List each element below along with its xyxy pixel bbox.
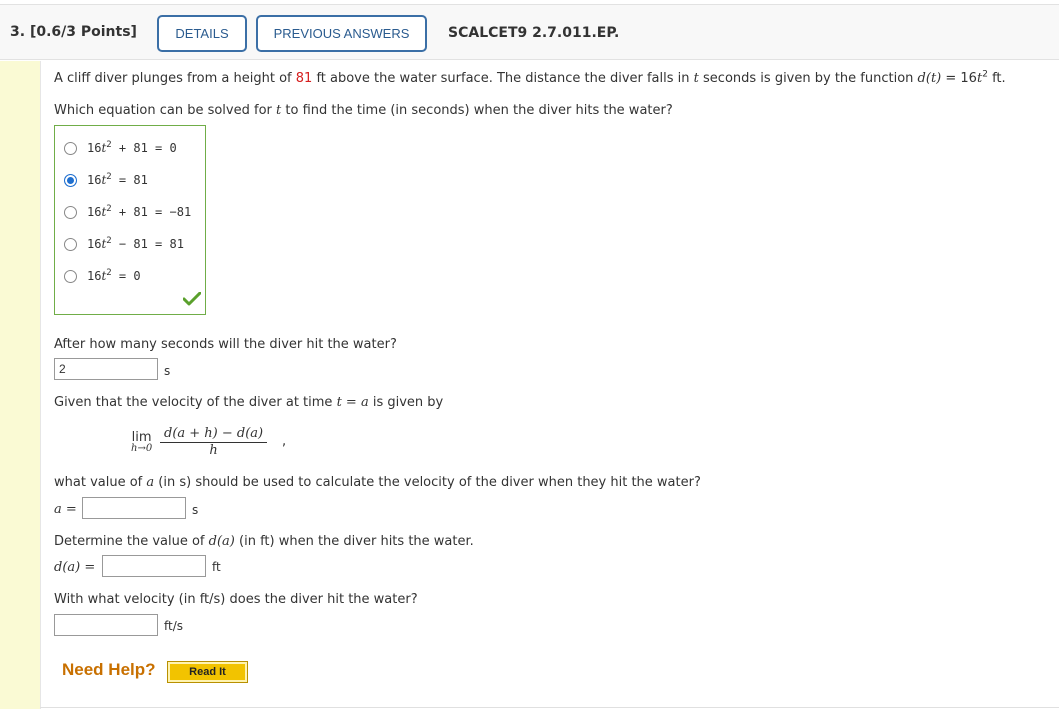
q2-prompt: After how many seconds will the diver hi… bbox=[54, 337, 397, 352]
limit-expression: lim h→0 bbox=[131, 430, 153, 454]
radio-button-selected[interactable] bbox=[64, 173, 77, 187]
q4-answer-input[interactable] bbox=[102, 555, 206, 577]
problem-statement: A cliff diver plunges from a height of 8… bbox=[54, 69, 1006, 86]
q2-unit: s bbox=[164, 364, 171, 378]
question-code: SCALCET9 2.7.011.EP. bbox=[448, 25, 620, 41]
choices-box: 16t2 + 81 = 0 16t2 = 81 16t2 + 81 = −81 … bbox=[54, 125, 206, 315]
comma: , bbox=[282, 434, 287, 449]
correct-check-icon bbox=[183, 292, 201, 306]
difference-quotient: d(a + h) − d(a) h bbox=[160, 426, 268, 458]
q4-prompt: Determine the value of d(a) (in ft) when… bbox=[54, 534, 474, 549]
question-header: 3. [0.6/3 Points] DETAILS PREVIOUS ANSWE… bbox=[0, 4, 1059, 60]
q3-label: a = bbox=[54, 502, 77, 517]
q5-answer-input[interactable] bbox=[54, 614, 158, 636]
q4-unit: ft bbox=[212, 560, 221, 574]
choice-option-4[interactable]: 16t2 − 81 = 81 bbox=[64, 237, 184, 251]
q5-prompt: With what velocity (in ft/s) does the di… bbox=[54, 592, 418, 607]
read-it-button[interactable]: Read It bbox=[167, 661, 248, 683]
choice-option-5[interactable]: 16t2 = 0 bbox=[64, 269, 141, 283]
points-label: [0.6/3 Points] bbox=[29, 24, 137, 40]
radio-button[interactable] bbox=[64, 205, 77, 219]
radio-button[interactable] bbox=[64, 237, 77, 251]
need-help-label: Need Help? bbox=[62, 660, 156, 679]
bottom-divider bbox=[40, 707, 1059, 708]
choice-option-3[interactable]: 16t2 + 81 = −81 bbox=[64, 205, 191, 219]
q4-label: d(a) = bbox=[54, 560, 96, 575]
question-title: 3. [0.6/3 Points] bbox=[10, 24, 137, 40]
height-value: 81 bbox=[295, 71, 313, 86]
q5-unit: ft/s bbox=[164, 619, 184, 633]
q1-prompt: Which equation can be solved for t to fi… bbox=[54, 103, 673, 118]
radio-button[interactable] bbox=[64, 269, 77, 283]
previous-answers-button[interactable]: PREVIOUS ANSWERS bbox=[256, 15, 427, 52]
left-gutter bbox=[0, 61, 40, 709]
choice-option-1[interactable]: 16t2 + 81 = 0 bbox=[64, 141, 177, 155]
choice-option-2[interactable]: 16t2 = 81 bbox=[64, 173, 148, 187]
q3-answer-input[interactable] bbox=[82, 497, 186, 519]
details-button[interactable]: DETAILS bbox=[157, 15, 247, 52]
q2-answer-input[interactable]: 2 bbox=[54, 358, 158, 380]
radio-button[interactable] bbox=[64, 141, 77, 155]
q3-given-text: Given that the velocity of the diver at … bbox=[54, 395, 444, 410]
q3-prompt: what value of a (in s) should be used to… bbox=[54, 475, 701, 490]
q3-unit: s bbox=[192, 503, 199, 517]
